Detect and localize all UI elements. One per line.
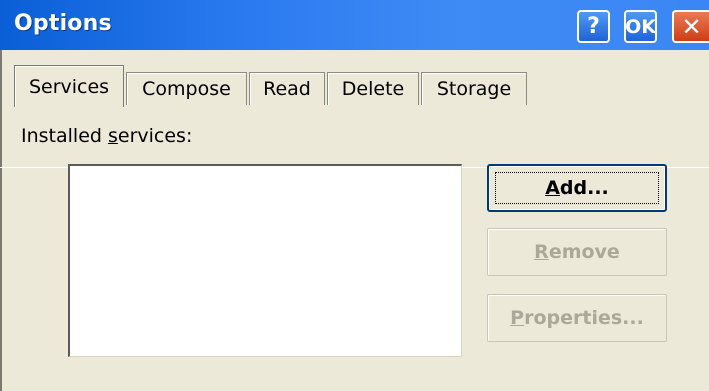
tab-compose[interactable]: Compose	[126, 72, 247, 105]
add-button[interactable]: Add...	[487, 164, 667, 212]
ok-button-label: OK	[625, 15, 656, 38]
properties-button-label: Properties...	[510, 307, 644, 329]
tab-label: Compose	[142, 78, 231, 100]
focus-rectangle	[495, 172, 659, 204]
close-button[interactable]: ✕	[672, 10, 709, 43]
title-bar[interactable]: Options ? OK ✕	[0, 0, 709, 50]
tab-strip: Services Compose Read Delete Storage	[0, 62, 709, 168]
help-icon: ?	[587, 14, 600, 39]
tab-storage[interactable]: Storage	[421, 72, 527, 105]
tab-read[interactable]: Read	[249, 72, 325, 105]
tab-label: Read	[263, 78, 311, 100]
installed-services-list[interactable]	[68, 164, 462, 357]
ok-button[interactable]: OK	[624, 10, 657, 43]
close-icon: ✕	[681, 12, 702, 41]
tab-label: Services	[28, 75, 110, 98]
remove-button[interactable]: Remove	[487, 228, 667, 276]
properties-button[interactable]: Properties...	[487, 294, 667, 342]
tab-label: Storage	[436, 78, 512, 100]
remove-button-label: Remove	[534, 241, 620, 263]
tab-delete[interactable]: Delete	[327, 72, 419, 105]
tab-label: Delete	[341, 78, 405, 100]
tab-services[interactable]: Services	[14, 65, 124, 107]
installed-services-label: Installed services:	[21, 125, 193, 147]
help-button[interactable]: ?	[577, 10, 610, 43]
window-title: Options	[14, 11, 112, 36]
